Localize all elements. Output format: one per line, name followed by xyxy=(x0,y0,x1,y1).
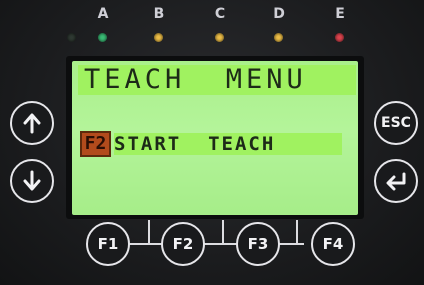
connector-line xyxy=(296,220,298,244)
led-c xyxy=(215,33,224,42)
f3-button[interactable]: F3 xyxy=(236,222,280,266)
enter-button[interactable] xyxy=(374,159,418,203)
lcd-screen: TEACH MENU F2 START TEACH xyxy=(72,61,358,215)
led-a xyxy=(98,33,107,42)
led-label-b: B xyxy=(153,6,165,22)
down-button[interactable] xyxy=(10,159,54,203)
control-panel: A B C D E TEACH MENU F2 START TEACH ESC xyxy=(0,0,424,285)
enter-arrow-icon xyxy=(386,172,406,191)
led-b xyxy=(154,33,163,42)
connector-line xyxy=(222,220,224,244)
f4-label: F4 xyxy=(322,235,344,253)
led-label-e: E xyxy=(335,6,345,22)
lcd-title-bar: TEACH MENU xyxy=(78,65,356,95)
led-unlabeled xyxy=(67,33,76,42)
up-button[interactable] xyxy=(10,101,54,145)
arrow-down-icon xyxy=(23,170,41,191)
menu-title: TEACH MENU xyxy=(84,64,307,95)
led-d xyxy=(274,33,283,42)
f4-button[interactable]: F4 xyxy=(311,222,355,266)
esc-label: ESC xyxy=(381,115,411,131)
f2-label: F2 xyxy=(172,235,194,253)
f1-label: F1 xyxy=(97,235,119,253)
led-label-a: A xyxy=(97,6,109,22)
esc-button[interactable]: ESC xyxy=(374,101,418,145)
connector-line xyxy=(148,220,150,244)
f1-button[interactable]: F1 xyxy=(86,222,130,266)
menu-item-label: START TEACH xyxy=(114,133,342,155)
f2-button[interactable]: F2 xyxy=(161,222,205,266)
menu-item-key: F2 xyxy=(80,131,111,157)
led-label-c: C xyxy=(214,6,226,22)
f3-label: F3 xyxy=(247,235,269,253)
menu-item-start-teach[interactable]: F2 START TEACH xyxy=(80,131,344,157)
arrow-up-icon xyxy=(23,113,41,134)
led-label-d: D xyxy=(273,6,285,22)
led-e xyxy=(335,33,344,42)
